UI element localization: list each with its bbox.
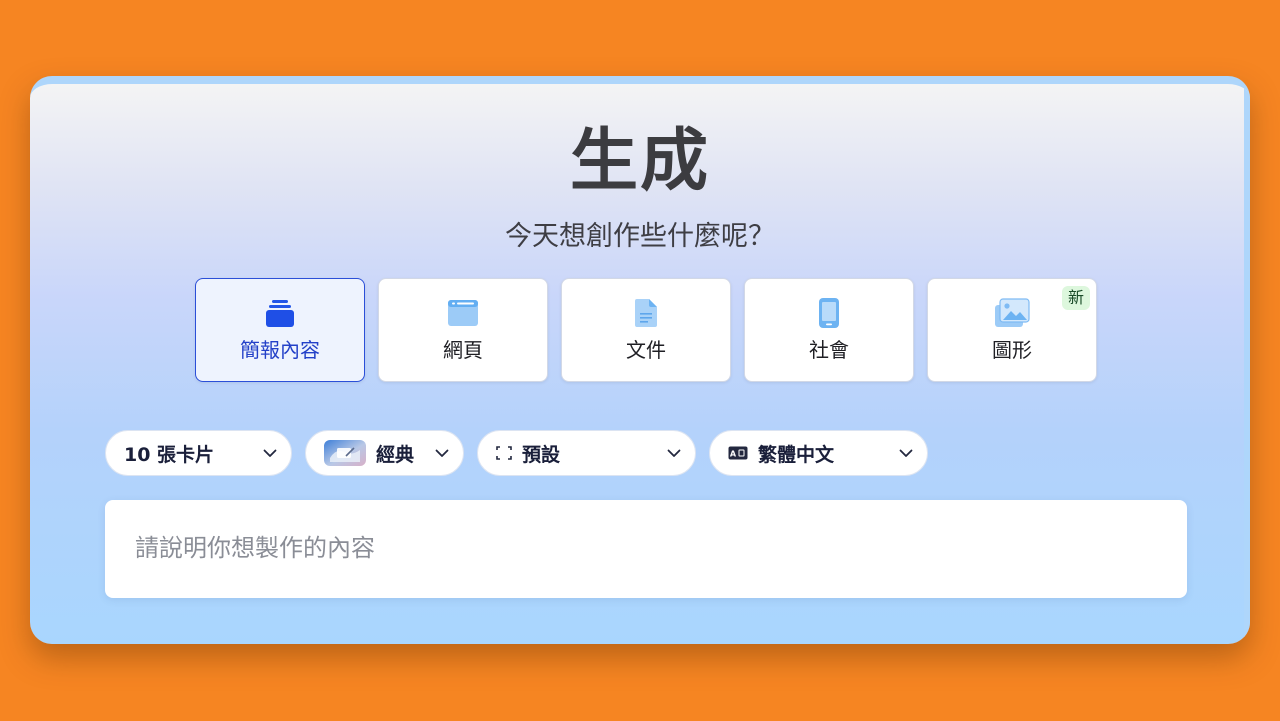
document-icon [634,297,658,329]
mode-label: 文件 [626,338,666,362]
new-badge: 新 [1061,286,1090,310]
presentation-stack-icon [265,297,295,329]
phone-icon [818,297,840,329]
chevron-down-icon [263,449,277,458]
page-title: 生成 [569,122,710,201]
card-count-label: 10 張卡片 [124,443,215,466]
mode-graphic[interactable]: 新 圖形 [927,278,1097,382]
mode-selector: 簡報內容 網頁 文件 社會 新 圖形 [195,278,1097,382]
svg-text:A: A [730,450,737,459]
size-label: 預設 [522,443,561,466]
mode-webpage[interactable]: 網頁 [378,278,548,382]
prompt-input[interactable] [105,500,1187,598]
page-subtitle: 今天想創作些什麼呢？ [505,221,775,252]
card-count-dropdown[interactable]: 10 張卡片 [105,430,292,476]
mode-label: 簡報內容 [240,338,320,362]
chevron-down-icon [435,449,449,458]
image-icon [994,297,1030,329]
theme-thumbnail-icon [324,440,366,466]
theme-label: 經典 [376,443,415,466]
generate-panel: 生成 今天想創作些什麼呢？ 簡報內容 網頁 文件 社會 新 圖形 10 張卡片 … [30,76,1250,644]
chevron-down-icon [899,449,913,458]
mode-document[interactable]: 文件 [561,278,731,382]
frame-corners-icon [496,446,512,460]
chevron-down-icon [667,449,681,458]
mode-label: 社會 [809,338,849,362]
theme-dropdown[interactable]: 經典 [305,430,464,476]
language-dropdown[interactable]: A 繁體中文 [709,430,928,476]
mode-presentation[interactable]: 簡報內容 [195,278,365,382]
mode-label: 圖形 [992,338,1032,362]
webpage-icon [447,297,479,329]
size-dropdown[interactable]: 預設 [477,430,696,476]
language-label: 繁體中文 [758,443,835,466]
language-icon: A [728,446,748,460]
prompt-box [105,500,1187,598]
mode-label: 網頁 [443,338,483,362]
mode-social[interactable]: 社會 [744,278,914,382]
